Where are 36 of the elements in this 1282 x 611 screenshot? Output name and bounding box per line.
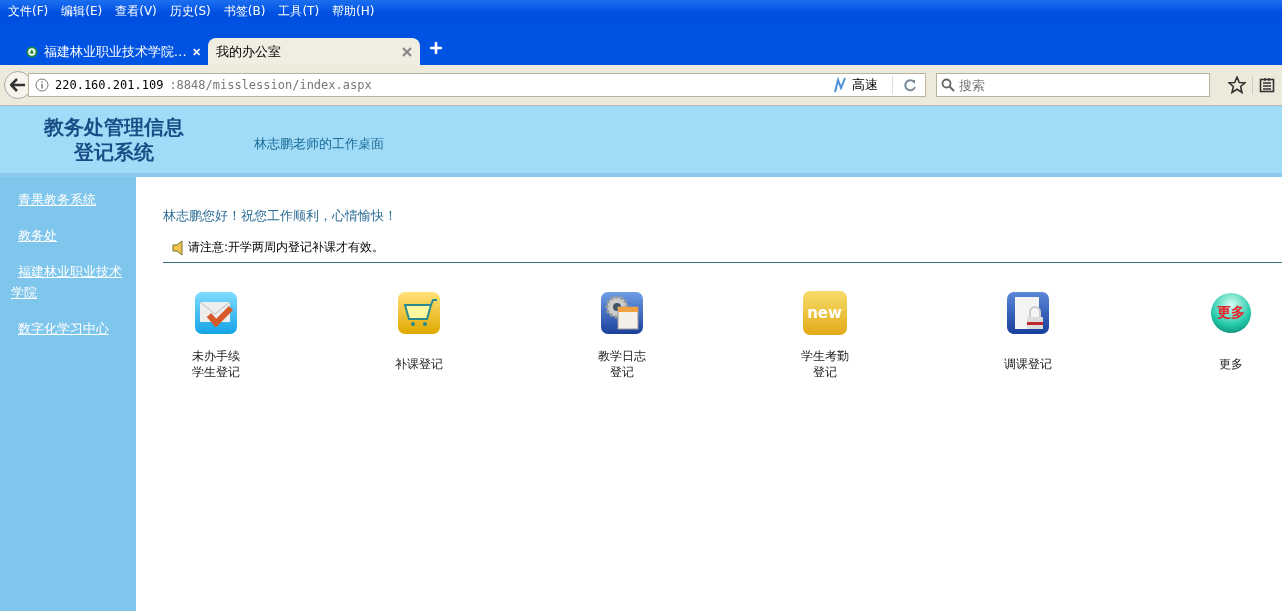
menu-item[interactable]: 文件(F) [4,2,58,20]
speaker-icon [172,239,186,256]
menu-item[interactable]: 工具(T) [274,2,329,20]
browser-tab[interactable]: 我的办公室 [208,38,420,65]
more-circle-icon: 更多 [1210,293,1251,333]
menu-item[interactable]: 历史(S) [165,2,220,20]
desk-subtitle: 林志鹏老师的工作桌面 [254,134,384,153]
url-path: :8848/misslession/index.aspx [169,78,373,92]
new-tab-icon[interactable] [430,42,442,54]
shortcut-label[interactable]: 更多 [1205,356,1256,372]
info-icon [35,78,49,92]
close-icon[interactable] [402,46,412,57]
system-title: 教务处管理信息 登记系统 [43,114,185,165]
speed-mode-label[interactable]: 高速 [852,76,878,94]
search-field[interactable]: 搜索 [936,73,1210,97]
greeting-text: 林志鹏您好！祝您工作顺利，心情愉快！ [163,207,398,225]
shortcut-label[interactable]: 教学日志登记 [596,348,647,380]
notice-text: 请注意:开学两周内登记补课才有效。 [188,239,385,256]
menu-item[interactable]: 帮助(H) [328,2,384,20]
search-icon [941,78,955,92]
back-arrow-icon [10,78,26,92]
reload-icon[interactable] [903,78,917,92]
shortcut-label[interactable]: 调课登记 [1002,356,1053,372]
shortcut-label[interactable]: 补课登记 [393,356,444,372]
new-badge-icon: new [802,291,847,335]
bookmark-star-icon[interactable] [1228,76,1246,94]
menu-item[interactable]: 查看(V) [111,2,166,20]
lightning-icon [834,77,846,93]
browser-tab[interactable]: 福建林业职业技术学院… [18,38,208,65]
shortcut-label[interactable]: 未办手续学生登记 [190,348,241,380]
address-field[interactable]: 220.160.201.109 :8848/misslession/index.aspx 高速 [28,73,926,97]
menu-item[interactable]: 编辑(E) [57,2,112,20]
url-host: 220.160.201.109 [55,78,164,92]
shortcut-label[interactable]: 学生考勤登记 [799,348,850,380]
menu-item[interactable]: 书签(B) [219,2,275,20]
reading-list-icon[interactable] [1259,77,1275,93]
